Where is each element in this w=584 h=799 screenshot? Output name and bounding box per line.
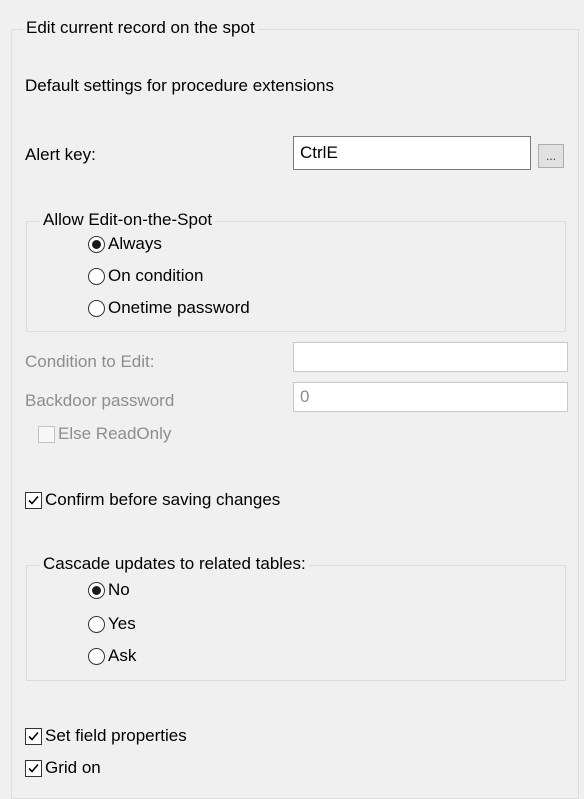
checkmark-icon <box>28 763 39 773</box>
alert-key-browse-button[interactable]: ... <box>538 144 564 168</box>
set-field-properties-checkbox-row[interactable]: Set field properties <box>25 726 187 746</box>
radio-on-condition[interactable]: On condition <box>88 266 203 286</box>
alert-key-input[interactable] <box>293 136 531 170</box>
radio-always[interactable]: Always <box>88 234 162 254</box>
radio-label: No <box>108 580 130 599</box>
radio-button[interactable] <box>88 235 105 253</box>
radio-cascade-no[interactable]: No <box>88 580 130 600</box>
radio-label: Yes <box>108 614 136 633</box>
confirm-save-checkbox[interactable] <box>25 491 42 509</box>
allow-edit-group-title: Allow Edit-on-the-Spot <box>40 210 216 230</box>
confirm-save-checkbox-row[interactable]: Confirm before saving changes <box>25 490 280 510</box>
confirm-save-label: Confirm before saving changes <box>45 490 281 509</box>
section-heading: Default settings for procedure extension… <box>25 76 335 95</box>
radio-button[interactable] <box>88 299 105 317</box>
condition-to-edit-label: Condition to Edit: <box>25 352 155 371</box>
radio-label: On condition <box>108 266 204 285</box>
else-readonly-label: Else ReadOnly <box>58 424 172 443</box>
cascade-group-title: Cascade updates to related tables: <box>40 554 309 574</box>
outer-group-title: Edit current record on the spot <box>23 18 258 38</box>
radio-label: Onetime password <box>108 298 250 317</box>
else-readonly-checkbox[interactable] <box>38 425 55 443</box>
grid-on-checkbox-row[interactable]: Grid on <box>25 758 101 778</box>
alert-key-label: Alert key: <box>25 145 96 164</box>
radio-button[interactable] <box>88 647 105 665</box>
radio-onetime-password[interactable]: Onetime password <box>88 298 250 318</box>
else-readonly-checkbox-row[interactable]: Else ReadOnly <box>38 424 171 444</box>
grid-on-checkbox[interactable] <box>25 759 42 777</box>
grid-on-label: Grid on <box>45 758 101 777</box>
radio-cascade-ask[interactable]: Ask <box>88 646 136 666</box>
set-field-properties-label: Set field properties <box>45 726 187 745</box>
backdoor-password-input[interactable] <box>293 382 568 412</box>
radio-button[interactable] <box>88 267 105 285</box>
backdoor-password-label: Backdoor password <box>25 391 175 410</box>
checkmark-icon <box>28 495 39 505</box>
radio-label: Ask <box>108 646 137 665</box>
checkmark-icon <box>28 731 39 741</box>
radio-button[interactable] <box>88 581 105 599</box>
radio-label: Always <box>108 234 162 253</box>
condition-to-edit-input[interactable] <box>293 342 568 372</box>
set-field-properties-checkbox[interactable] <box>25 727 42 745</box>
radio-cascade-yes[interactable]: Yes <box>88 614 136 634</box>
radio-button[interactable] <box>88 615 105 633</box>
